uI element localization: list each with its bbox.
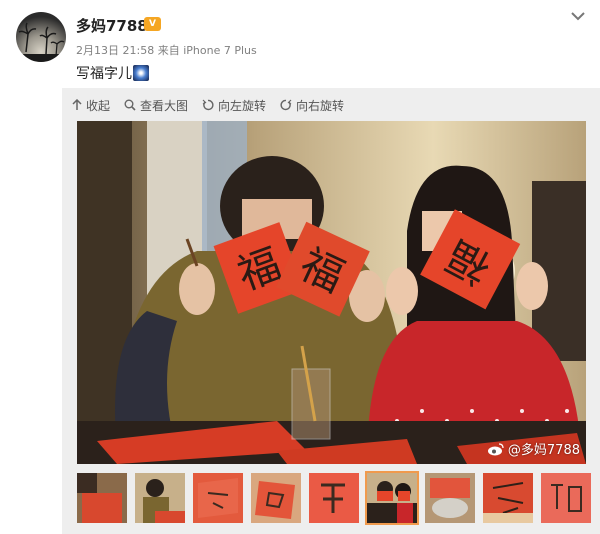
vip-badge-icon[interactable]: V [144, 17, 161, 31]
post-text-content: 写福字儿 [76, 66, 132, 82]
avatar[interactable] [16, 12, 66, 62]
thumbnail-3[interactable] [193, 473, 243, 523]
collapse-label: 收起 [86, 98, 111, 113]
thumbnail-1[interactable] [77, 473, 127, 523]
watermark-text: @多妈7788 [507, 443, 580, 458]
main-photo[interactable]: 福 福 福 @多妈7788 [77, 121, 586, 464]
rotate-right-icon [280, 99, 292, 111]
collapse-button[interactable]: 收起 [72, 97, 110, 114]
weibo-icon [487, 442, 504, 455]
photo-illustration: 福 福 福 [77, 121, 586, 464]
image-toolbar: 收起 查看大图 向左旋转 向右旋转 [72, 96, 358, 114]
arrow-up-icon [72, 99, 82, 110]
thumbnail-4[interactable] [251, 473, 301, 523]
device-link[interactable]: iPhone 7 Plus [183, 44, 257, 57]
thumbnail-6-active[interactable] [365, 471, 419, 525]
media-viewer: 收起 查看大图 向左旋转 向右旋转 福 福 福 @多妈7788 [62, 88, 600, 534]
source-prefix: 来自 [157, 44, 180, 57]
watermark: @多妈7788 [487, 439, 580, 458]
thumbnail-2[interactable] [135, 473, 185, 523]
rotate-right-label: 向右旋转 [296, 98, 345, 113]
rotate-left-button[interactable]: 向左旋转 [202, 97, 266, 114]
thumbnail-strip [77, 471, 599, 525]
post-meta: 2月13日 21:58 来自 iPhone 7 Plus [76, 42, 257, 58]
chevron-down-icon[interactable] [570, 10, 586, 22]
thumbnail-5[interactable] [309, 473, 359, 523]
thumbnail-9[interactable] [541, 473, 591, 523]
post-header: 多妈7788 V 2月13日 21:58 来自 iPhone 7 Plus 写福… [0, 0, 600, 90]
rotate-left-label: 向左旋转 [218, 98, 267, 113]
thumbnail-8[interactable] [483, 473, 533, 523]
sparkle-icon [133, 65, 149, 81]
search-icon [124, 99, 136, 111]
view-large-label: 查看大图 [140, 98, 189, 113]
post-text: 写福字儿 [76, 63, 149, 83]
thumbnail-7[interactable] [425, 473, 475, 523]
rotate-right-button[interactable]: 向右旋转 [280, 97, 344, 114]
rotate-left-icon [202, 99, 214, 111]
username[interactable]: 多妈7788 [76, 15, 148, 36]
view-large-button[interactable]: 查看大图 [124, 97, 188, 114]
post-date[interactable]: 2月13日 21:58 [76, 44, 154, 57]
